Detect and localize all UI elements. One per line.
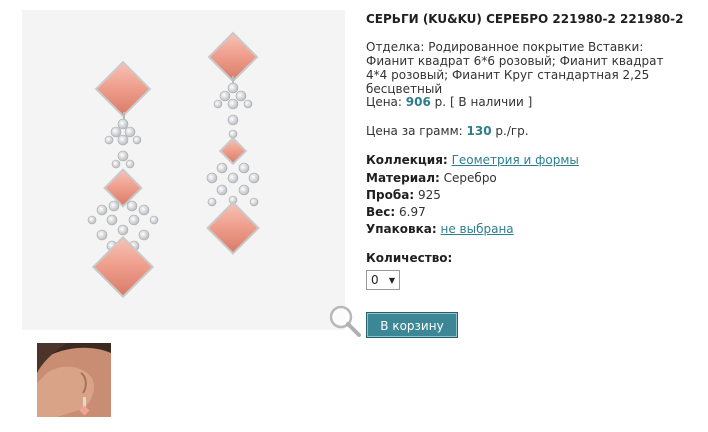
proba-row: Проба: 925 <box>366 188 441 202</box>
add-to-cart-button[interactable]: В корзину <box>366 312 458 338</box>
price-per-gram-value: 130 <box>466 124 492 138</box>
quantity-value: 0 <box>371 273 379 287</box>
quantity-select[interactable]: 0 ▼ <box>366 270 400 290</box>
material-row: Материал: Серебро <box>366 171 497 185</box>
collection-row: Коллекция: Геометрия и формы <box>366 153 579 167</box>
material-value: Серебро <box>443 171 497 185</box>
packaging-row: Упаковка: не выбрана <box>366 222 514 236</box>
zoom-button[interactable] <box>327 303 363 339</box>
left-earring <box>87 60 159 299</box>
price-per-gram-unit: р./гр. <box>495 124 529 138</box>
earrings-illustration <box>87 31 260 299</box>
quantity-label: Количество: <box>366 251 453 265</box>
weight-label: Вес: <box>366 205 396 219</box>
chevron-down-icon: ▼ <box>388 276 395 285</box>
material-label: Материал: <box>366 171 440 185</box>
ear-photo-thumbnail <box>37 343 111 417</box>
weight-value: 6.97 <box>399 205 426 219</box>
availability-status: [ В наличии ] <box>449 95 533 109</box>
price-unit: р. <box>434 95 447 109</box>
packaging-link[interactable]: не выбрана <box>441 222 514 236</box>
magnifier-icon <box>329 305 361 337</box>
proba-value: 925 <box>417 188 441 202</box>
right-earring <box>206 31 260 255</box>
product-thumbnail[interactable] <box>37 343 111 417</box>
collection-link[interactable]: Геометрия и формы <box>452 153 579 167</box>
price-row: Цена: 906 р. [ В наличии ] <box>366 95 532 109</box>
packaging-label: Упаковка: <box>366 222 437 236</box>
product-title: СЕРЬГИ (KU&KU) СЕРЕБРО 221980-2 221980-2 <box>366 12 684 26</box>
proba-label: Проба: <box>366 188 415 202</box>
price-per-gram-label: Цена за грамм: <box>366 124 463 138</box>
collection-label: Коллекция: <box>366 153 448 167</box>
price-label: Цена: <box>366 95 402 109</box>
price-per-gram-row: Цена за грамм: 130 р./гр. <box>366 124 529 138</box>
weight-row: Вес: 6.97 <box>366 205 426 219</box>
product-description: Отделка: Родированное покрытие Вставки: … <box>366 40 664 96</box>
product-main-image[interactable] <box>22 10 361 337</box>
price-value: 906 <box>405 95 431 109</box>
